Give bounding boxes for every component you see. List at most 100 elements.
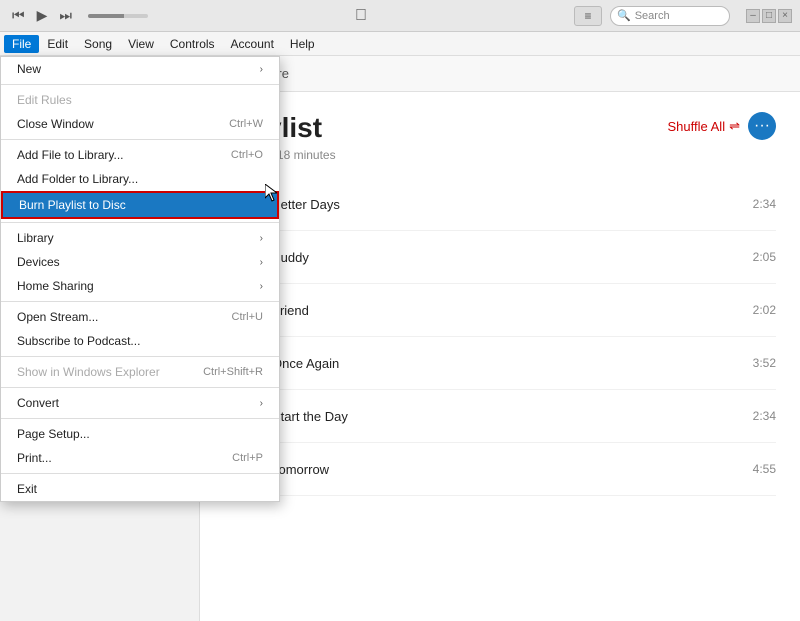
menu-item-open-stream[interactable]: Open Stream... Ctrl+U	[1, 305, 279, 329]
song-row[interactable]: ♪Friend2:02	[224, 284, 776, 337]
menu-item-print[interactable]: Print... Ctrl+P	[1, 446, 279, 470]
menu-item-label: Exit	[17, 482, 37, 496]
menu-item-subscribe-to-podcast[interactable]: Subscribe to Podcast...	[1, 329, 279, 353]
search-placeholder: Search	[635, 10, 670, 22]
menu-edit[interactable]: Edit	[39, 35, 76, 53]
playlist-header: Playlist 6 songs • 18 minutes Shuffle Al…	[224, 112, 776, 162]
song-duration: 3:52	[753, 356, 776, 370]
more-icon: ···	[754, 117, 770, 135]
song-name: Once Again	[272, 356, 745, 371]
menu-item-label: Subscribe to Podcast...	[17, 334, 140, 348]
song-duration: 2:34	[753, 409, 776, 423]
file-menu-dropdown: New › Edit Rules Close Window Ctrl+W Add File…	[0, 56, 280, 502]
menu-item-devices[interactable]: Devices ›	[1, 250, 279, 274]
menu-separator	[1, 84, 279, 85]
menu-separator	[1, 473, 279, 474]
song-row[interactable]: ♪Tomorrow4:55	[224, 443, 776, 496]
menu-file[interactable]: File	[4, 35, 39, 53]
volume-slider[interactable]	[88, 14, 148, 18]
menu-bar: File Edit Song View Controls Account Hel…	[0, 32, 800, 56]
song-row[interactable]: ♪Better Days2:34	[224, 178, 776, 231]
menu-song[interactable]: Song	[76, 35, 120, 53]
song-row[interactable]: ♪Buddy2:05	[224, 231, 776, 284]
restore-button[interactable]: □	[762, 9, 776, 23]
song-row[interactable]: ♪Once Again3:52	[224, 337, 776, 390]
more-options-button[interactable]: ···	[748, 112, 776, 140]
menu-item-add-file-to-library[interactable]: Add File to Library... Ctrl+O	[1, 143, 279, 167]
song-list: ♪Better Days2:34♪Buddy2:05♪Friend2:02♪On…	[224, 178, 776, 496]
close-button[interactable]: ×	[778, 9, 792, 23]
title-bar: ⏮ ▶ ⏭  ≡ 🔍 Search – □ ×	[0, 0, 800, 32]
rewind-button[interactable]: ⏮	[8, 7, 29, 24]
menu-item-label: Close Window	[17, 117, 94, 131]
menu-separator	[1, 356, 279, 357]
minimize-button[interactable]: –	[746, 9, 760, 23]
menu-item-page-setup[interactable]: Page Setup...	[1, 422, 279, 446]
menu-separator	[1, 418, 279, 419]
menu-item-shortcut: Ctrl+O	[231, 149, 263, 161]
song-name: Better Days	[272, 197, 745, 212]
title-bar-center: 	[355, 7, 367, 25]
menu-item-home-sharing[interactable]: Home Sharing ›	[1, 274, 279, 298]
fastforward-button[interactable]: ⏭	[55, 7, 76, 24]
menu-item-exit[interactable]: Exit	[1, 477, 279, 501]
menu-item-close-window[interactable]: Close Window Ctrl+W	[1, 112, 279, 136]
content-panel: Playlist 6 songs • 18 minutes Shuffle Al…	[200, 92, 800, 621]
list-view-button[interactable]: ≡	[574, 6, 602, 26]
menu-separator	[1, 301, 279, 302]
menu-item-label: Print...	[17, 451, 52, 465]
submenu-arrow-icon: ›	[260, 257, 263, 268]
menu-item-label: Open Stream...	[17, 310, 98, 324]
submenu-arrow-icon: ›	[260, 398, 263, 409]
menu-item-convert[interactable]: Convert ›	[1, 391, 279, 415]
menu-item-show-in-windows-explorer: Show in Windows Explorer Ctrl+Shift+R	[1, 360, 279, 384]
menu-controls[interactable]: Controls	[162, 35, 223, 53]
submenu-arrow-icon: ›	[260, 281, 263, 292]
menu-item-new[interactable]: New ›	[1, 57, 279, 81]
menu-item-shortcut: Ctrl+U	[232, 311, 263, 323]
song-name: Friend	[272, 303, 745, 318]
menu-item-shortcut: Ctrl+P	[232, 452, 263, 464]
menu-item-label: Add Folder to Library...	[17, 172, 138, 186]
menu-item-shortcut: Ctrl+Shift+R	[203, 366, 263, 378]
song-duration: 2:05	[753, 250, 776, 264]
song-name: Start the Day	[272, 409, 745, 424]
menu-item-label: Add File to Library...	[17, 148, 124, 162]
menu-item-label: Page Setup...	[17, 427, 90, 441]
menu-item-label: New	[17, 62, 41, 76]
shuffle-all-button[interactable]: Shuffle All ⇌	[668, 118, 741, 134]
song-duration: 2:34	[753, 197, 776, 211]
menu-item-label: Burn Playlist to Disc	[19, 198, 126, 212]
menu-item-label: Library	[17, 231, 54, 245]
menu-item-label: Edit Rules	[17, 93, 72, 107]
menu-account[interactable]: Account	[223, 35, 282, 53]
play-button[interactable]: ▶	[33, 7, 52, 24]
apple-logo-icon: 	[355, 7, 367, 25]
playlist-actions: Shuffle All ⇌ ···	[668, 112, 777, 140]
shuffle-icon: ⇌	[729, 118, 740, 134]
menu-item-label: Convert	[17, 396, 59, 410]
search-box[interactable]: 🔍 Search	[610, 6, 730, 26]
song-row[interactable]: ♪Start the Day2:34	[224, 390, 776, 443]
search-icon: 🔍	[617, 9, 631, 22]
transport-controls: ⏮ ▶ ⏭	[8, 7, 148, 24]
submenu-arrow-icon: ›	[260, 64, 263, 75]
menu-item-label: Home Sharing	[17, 279, 94, 293]
menu-separator	[1, 387, 279, 388]
song-name: Tomorrow	[272, 462, 745, 477]
menu-item-shortcut: Ctrl+W	[229, 118, 263, 130]
window-controls: – □ ×	[746, 9, 792, 23]
menu-view[interactable]: View	[120, 35, 162, 53]
menu-item-label: Devices	[17, 255, 60, 269]
shuffle-label: Shuffle All	[668, 119, 726, 134]
menu-item-burn-playlist-to-disc[interactable]: Burn Playlist to Disc	[1, 191, 279, 219]
submenu-arrow-icon: ›	[260, 233, 263, 244]
menu-help[interactable]: Help	[282, 35, 323, 53]
song-duration: 2:02	[753, 303, 776, 317]
song-name: Buddy	[272, 250, 745, 265]
menu-item-library[interactable]: Library ›	[1, 226, 279, 250]
title-bar-right: ≡ 🔍 Search – □ ×	[574, 6, 792, 26]
menu-item-add-folder-to-library[interactable]: Add Folder to Library...	[1, 167, 279, 191]
song-duration: 4:55	[753, 462, 776, 476]
menu-item-label: Show in Windows Explorer	[17, 365, 160, 379]
